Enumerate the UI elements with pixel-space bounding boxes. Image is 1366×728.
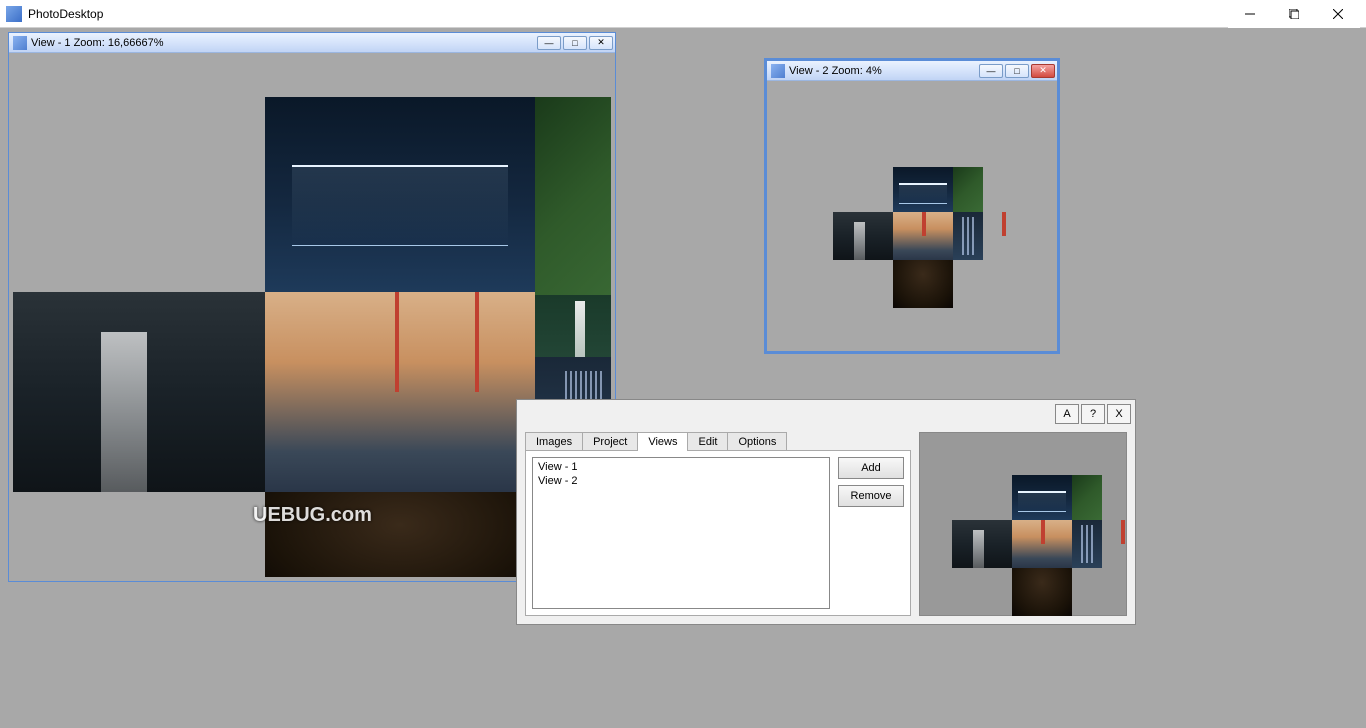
dialog-left-panel: Images Project Views Edit Options View -… (525, 432, 911, 616)
tabs: Images Project Views Edit Options (525, 432, 911, 451)
preview-panel[interactable] (919, 432, 1127, 616)
window-controls (1228, 0, 1360, 27)
dialog-a-button[interactable]: A (1055, 404, 1079, 424)
minimize-icon: — (545, 38, 554, 48)
close-icon (1333, 9, 1343, 19)
view1-minimize-button[interactable]: — (537, 36, 561, 50)
view2-icon (771, 64, 785, 78)
views-listbox[interactable]: View - 1 View - 2 (532, 457, 830, 609)
photo-tile[interactable] (535, 97, 611, 295)
view2-titlebar[interactable]: View - 2 Zoom: 4% — □ ✕ (767, 61, 1057, 81)
close-icon: ✕ (1039, 65, 1047, 76)
photo-tile[interactable] (953, 212, 983, 260)
dialog-top-buttons: A ? X (1055, 404, 1131, 424)
view1-controls: — □ ✕ (537, 36, 613, 50)
app-icon (6, 6, 22, 22)
app-title: PhotoDesktop (28, 7, 1228, 21)
view2-canvas[interactable] (771, 85, 1053, 347)
add-button[interactable]: Add (838, 457, 904, 479)
dialog-close-button[interactable]: X (1107, 404, 1131, 424)
view1-title: View - 1 Zoom: 16,66667% (31, 37, 537, 49)
photo-tile (1072, 475, 1102, 520)
photo-tile[interactable] (893, 212, 953, 260)
tab-views[interactable]: Views (637, 432, 688, 451)
maximize-button[interactable] (1272, 0, 1316, 28)
photo-tile[interactable] (893, 260, 953, 308)
view1-close-button[interactable]: ✕ (589, 36, 613, 50)
photo-tile (1072, 520, 1102, 568)
photo-tile (952, 520, 1012, 568)
minimize-icon (1245, 9, 1255, 19)
view2-controls: — □ ✕ (979, 64, 1055, 78)
view2-minimize-button[interactable]: — (979, 64, 1003, 78)
photo-tile (1012, 520, 1072, 568)
views-dialog[interactable]: A ? X Images Project Views Edit Options … (516, 399, 1136, 625)
photo-tile[interactable] (265, 97, 535, 292)
main-window: PhotoDesktop View - 1 Zoom: 16,66667% — … (0, 0, 1366, 728)
photo-tile[interactable] (13, 292, 265, 492)
dialog-body: Images Project Views Edit Options View -… (525, 432, 1127, 616)
tab-options[interactable]: Options (727, 432, 787, 451)
watermark: UEBUG.com (253, 504, 372, 527)
tab-project[interactable]: Project (582, 432, 638, 451)
tab-edit[interactable]: Edit (687, 432, 728, 451)
view1-titlebar[interactable]: View - 1 Zoom: 16,66667% — □ ✕ (9, 33, 615, 53)
close-icon: ✕ (597, 37, 605, 48)
view2-window[interactable]: View - 2 Zoom: 4% — □ ✕ (764, 58, 1060, 354)
photo-tile[interactable] (833, 212, 893, 260)
maximize-icon: □ (1014, 66, 1019, 76)
photo-tile[interactable] (893, 167, 953, 212)
view1-maximize-button[interactable]: □ (563, 36, 587, 50)
photo-tile[interactable] (953, 167, 983, 212)
minimize-button[interactable] (1228, 0, 1272, 28)
remove-button[interactable]: Remove (838, 485, 904, 507)
photo-tile (1012, 475, 1072, 520)
view2-close-button[interactable]: ✕ (1031, 64, 1055, 78)
photo-tile[interactable] (265, 292, 535, 492)
minimize-icon: — (987, 66, 996, 76)
tab-images[interactable]: Images (525, 432, 583, 451)
tab-content: View - 1 View - 2 Add Remove (525, 450, 911, 616)
list-item[interactable]: View - 1 (535, 460, 827, 474)
view2-maximize-button[interactable]: □ (1005, 64, 1029, 78)
button-column: Add Remove (838, 457, 904, 609)
maximize-icon (1289, 9, 1299, 19)
dialog-help-button[interactable]: ? (1081, 404, 1105, 424)
close-button[interactable] (1316, 0, 1360, 28)
list-item[interactable]: View - 2 (535, 474, 827, 488)
view1-icon (13, 36, 27, 50)
view2-title: View - 2 Zoom: 4% (789, 65, 979, 77)
photo-tile (1012, 568, 1072, 616)
app-titlebar[interactable]: PhotoDesktop (0, 0, 1366, 28)
maximize-icon: □ (572, 38, 577, 48)
